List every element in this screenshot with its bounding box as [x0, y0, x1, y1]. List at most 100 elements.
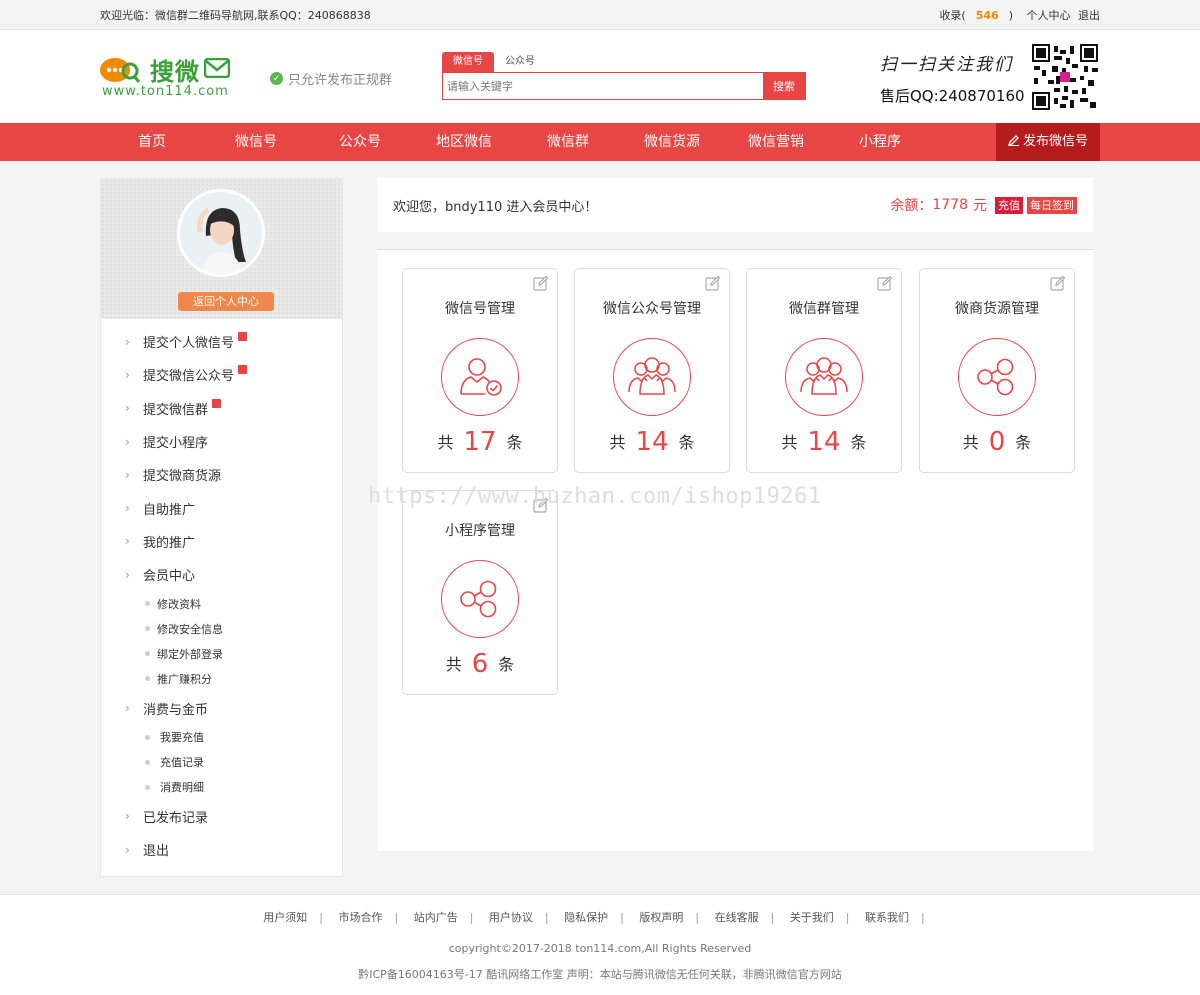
card-title: 小程序管理 [445, 523, 515, 539]
sidebar-item-label: 消费与金币 [143, 702, 209, 718]
count-prefix: 共 [609, 433, 626, 452]
count-value: 17 [463, 427, 497, 457]
card-icon-circle [958, 338, 1036, 416]
avatar [177, 189, 265, 277]
share-nodes-icon [977, 358, 1014, 396]
chevron-right-icon: › [125, 501, 130, 516]
sidebar-subitem-label: 消费明细 [160, 781, 204, 795]
publish-button[interactable]: 发布微信号 [996, 123, 1100, 161]
count-suffix: 条 [850, 433, 867, 452]
count-value: 6 [471, 649, 489, 679]
avatar-image [180, 192, 262, 274]
favorites-count: 546 [975, 9, 999, 22]
card-icon-circle [441, 338, 519, 416]
footer-link-about[interactable]: 关于我们 [790, 911, 834, 924]
search-button[interactable]: 搜索 [763, 73, 805, 99]
sidebar-item-submit-mini-program[interactable]: › 提交小程序 [101, 425, 342, 458]
sidebar-item-submit-supply[interactable]: › 提交微商货源 [101, 458, 342, 491]
footer-link-agreement[interactable]: 用户协议 [489, 911, 533, 924]
publish-notice: ✓ 只允许发布正规群 [270, 69, 392, 88]
sidebar-item-self-promotion[interactable]: › 自助推广 [101, 491, 342, 524]
favorites-link[interactable]: 收录(546) [929, 9, 1013, 22]
nav-official-account[interactable]: 公众号 [308, 123, 412, 161]
aftersale-qq: 售后QQ:240870160 [880, 87, 1025, 105]
sidebar-subitem-earn-points[interactable]: 推广赚积分 [101, 666, 342, 691]
footer-link-cooperation[interactable]: 市场合作 [338, 911, 382, 924]
welcome-text: 欢迎光临：微信群二维码导航网,联系QQ：240868838 [100, 9, 371, 22]
footer-link-privacy[interactable]: 隐私保护 [564, 911, 608, 924]
card-count: 共 14 条 [747, 427, 901, 457]
sidebar-item-submit-group[interactable]: › 提交微信群 [101, 392, 342, 425]
logout-link[interactable]: 退出 [1078, 9, 1100, 22]
nav-home[interactable]: 首页 [100, 123, 204, 161]
card-wechat-group[interactable]: 微信群管理 共 14 条 [746, 268, 902, 473]
count-prefix: 共 [437, 433, 454, 452]
envelope-icon [204, 58, 230, 78]
top-links: 收录(546) 个人中心 退出 [919, 7, 1100, 23]
sidebar-subitem-label: 推广赚积分 [157, 672, 212, 686]
edit-icon[interactable] [533, 275, 549, 291]
sidebar-item-logout[interactable]: › 退出 [101, 833, 342, 866]
checkin-button[interactable]: 每日签到 [1027, 196, 1077, 214]
sidebar-subitem-security[interactable]: 修改安全信息 [101, 616, 342, 641]
sidebar-subitem-recharge-records[interactable]: 充值记录 [101, 750, 342, 775]
back-to-profile-button[interactable]: 返回个人中心 [178, 292, 274, 311]
nav-region[interactable]: 地区微信 [412, 123, 516, 161]
search-box: 搜索 [442, 72, 806, 100]
logo-bubble-icon [100, 58, 140, 83]
count-suffix: 条 [678, 433, 695, 452]
nav-supply[interactable]: 微信货源 [620, 123, 724, 161]
follow-us: 扫一扫关注我们 售后QQ:240870160 [880, 50, 1025, 106]
nav-wechat-id[interactable]: 微信号 [204, 123, 308, 161]
footer-link-terms[interactable]: 用户须知 [263, 911, 307, 924]
edit-icon[interactable] [705, 275, 721, 291]
edit-icon[interactable] [533, 497, 549, 513]
sidebar-item-finance[interactable]: › 消费与金币 [101, 691, 342, 724]
sidebar-subitem-bind-login[interactable]: 绑定外部登录 [101, 641, 342, 666]
nav-marketing[interactable]: 微信营销 [724, 123, 828, 161]
hot-badge-icon [212, 398, 222, 408]
hot-badge-icon [238, 365, 248, 375]
qr-code-icon [1032, 44, 1098, 110]
sidebar-subitem-recharge[interactable]: 我要充值 [101, 725, 342, 750]
sidebar-item-label: 提交微商货源 [143, 469, 222, 485]
sidebar-item-label: 提交小程序 [143, 436, 209, 452]
card-official-account[interactable]: 微信公众号管理 共 14 条 [574, 268, 730, 473]
sidebar-item-label: 提交微信公众号 [143, 369, 235, 385]
footer: 用户须知 | 市场合作 | 站内广告 | 用户协议 | 隐私保护 | 版权声明 | 在线客服… [0, 894, 1200, 995]
sidebar-item-label: 退出 [143, 844, 170, 860]
search-tabs: 微信号 公众号 [442, 52, 806, 72]
site-logo[interactable]: 搜微 www.ton114.com [100, 52, 250, 100]
sidebar-item-published[interactable]: › 已发布记录 [101, 800, 342, 833]
card-mini-program[interactable]: 小程序管理 共6条 [402, 490, 558, 695]
card-wechat-id[interactable]: 微信号管理 共 17 条 [402, 268, 558, 473]
balance-unit: 元 [973, 198, 987, 214]
balance-label: 余额： [890, 198, 933, 214]
search-input[interactable] [443, 73, 763, 99]
sidebar-item-label: 提交微信群 [143, 402, 209, 418]
footer-link-ads[interactable]: 站内广告 [414, 911, 458, 924]
nav-groups[interactable]: 微信群 [516, 123, 620, 161]
member-center-link[interactable]: 个人中心 [1027, 9, 1071, 22]
recharge-button[interactable]: 充值 [995, 196, 1023, 214]
edit-icon[interactable] [1050, 275, 1066, 291]
sidebar-subitem-label: 绑定外部登录 [157, 647, 223, 661]
chevron-right-icon: › [125, 334, 130, 349]
sidebar-item-my-promotion[interactable]: › 我的推广 [101, 525, 342, 558]
sidebar-item-submit-personal[interactable]: › 提交个人微信号 [101, 325, 342, 358]
chevron-right-icon: › [125, 534, 130, 549]
edit-icon[interactable] [877, 275, 893, 291]
sidebar-subitem-edit-profile[interactable]: 修改资料 [101, 591, 342, 616]
search-tab-official[interactable]: 公众号 [494, 52, 546, 72]
footer-link-contact[interactable]: 联系我们 [865, 911, 909, 924]
sidebar-item-label: 我的推广 [143, 535, 196, 551]
footer-link-copyright[interactable]: 版权声明 [639, 911, 683, 924]
footer-link-support[interactable]: 在线客服 [715, 911, 759, 924]
notice-text: 只允许发布正规群 [288, 73, 393, 88]
sidebar-item-member-center[interactable]: › 会员中心 [101, 558, 342, 591]
search-tab-wechat[interactable]: 微信号 [442, 52, 494, 72]
card-supply[interactable]: 微商货源管理 共0条 [919, 268, 1075, 473]
nav-mini-program[interactable]: 小程序 [828, 123, 932, 161]
sidebar-subitem-spending[interactable]: 消费明细 [101, 775, 342, 800]
sidebar-item-submit-official[interactable]: › 提交微信公众号 [101, 358, 342, 391]
